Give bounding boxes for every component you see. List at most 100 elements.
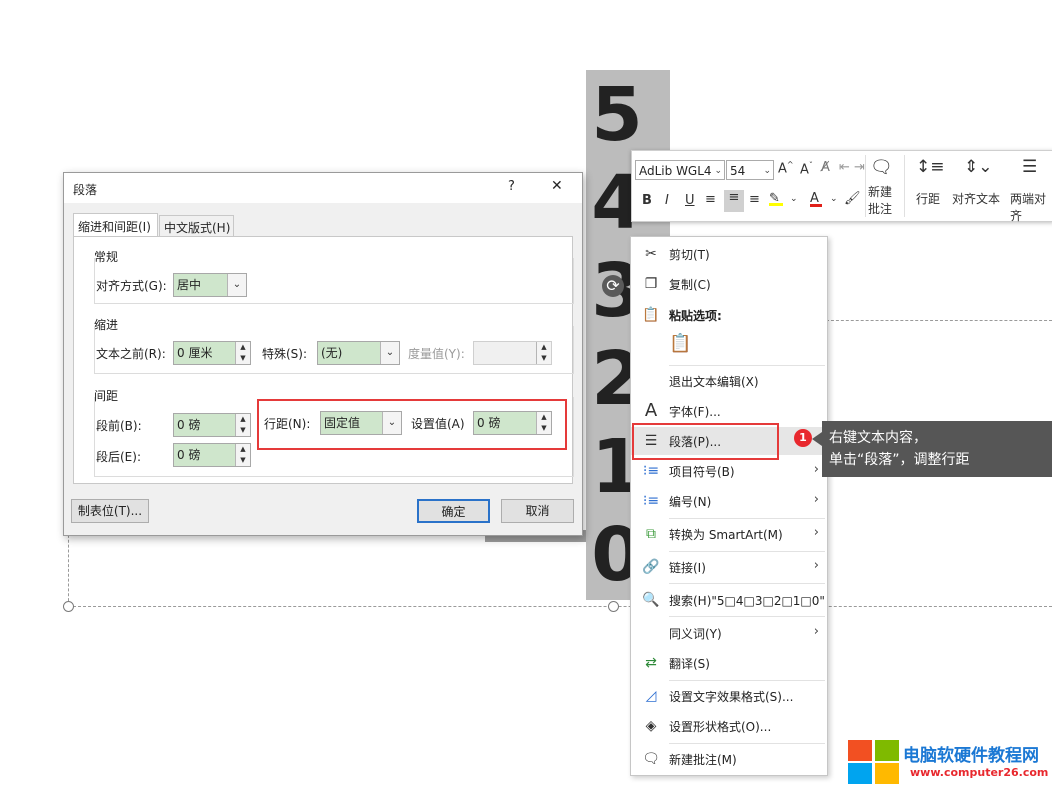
resize-handle[interactable] [608,601,619,612]
spinner[interactable]: ▲ ▼ [235,444,250,466]
scissors-icon: ✂ [645,246,657,262]
chevron-down-icon: ⌄ [714,166,722,176]
alignment-label: 对齐方式(G): [96,279,167,293]
menu-item-text-effects[interactable]: ◿ 设置文字效果格式(S)... [631,682,827,710]
new-comment-label[interactable]: 新建 [868,183,892,200]
new-comment-icon[interactable]: 🗨 [870,157,893,178]
menu-item-numbering[interactable]: ⁝≡ 编号(N) › [631,487,827,515]
dialog-titlebar: 段落 ? ✕ [64,173,582,203]
windows-logo-icon [848,740,903,784]
menu-item-font[interactable]: A 字体(F)... [631,397,827,425]
spacing-after-input[interactable]: 0 磅 ▲ ▼ [173,443,251,467]
instruction-callout: 右键文本内容， 单击“段落”，调整行距 [822,421,1052,477]
font-name-select[interactable]: AdLib WGL4 ⌄ [635,160,725,180]
format-painter-icon[interactable]: 🖌 [844,191,861,206]
spacing-before-input[interactable]: 0 磅 ▲ ▼ [173,413,251,437]
menu-item-exit-text-edit[interactable]: 退出文本编辑(X) [631,367,827,395]
align-center-icon[interactable]: ≡ [724,190,744,212]
textbox-border-left [68,530,69,606]
rotate-handle-icon[interactable]: ⟳ [602,275,624,297]
step-badge: 1 [794,429,812,447]
highlight-box-paragraph [632,423,779,460]
menu-item-shape-format[interactable]: ◈ 设置形状格式(O)... [631,712,827,740]
chevron-down-icon: ⌄ [763,166,771,176]
highlight-icon[interactable]: ✎ [769,191,783,206]
decrease-indent-icon[interactable]: ⇤ [839,160,850,175]
chevron-right-icon: › [813,558,819,573]
shrink-font-icon[interactable]: Aˇ [800,161,813,177]
menu-item-copy[interactable]: ❐ 复制(C) [631,270,827,298]
menu-item-paste-options: 📋 粘贴选项: [642,307,722,323]
new-comment-label[interactable]: 批注 [868,200,892,217]
justify-label[interactable]: 两端对齐 [1010,190,1052,224]
before-text-input[interactable]: 0 厘米 ▲ ▼ [173,341,251,365]
cancel-button[interactable]: 取消 [501,499,574,523]
callout-line: 单击“段落”，调整行距 [829,452,970,468]
justify-icon[interactable]: ☰ [1022,157,1037,177]
spinner[interactable]: ▲ ▼ [235,342,250,364]
chevron-right-icon: › [813,624,819,639]
menu-item-synonyms[interactable]: 同义词(Y) › [631,619,827,647]
special-label: 特殊(S): [262,347,308,361]
align-right-icon[interactable]: ≡ [749,192,760,207]
resize-handle[interactable] [63,601,74,612]
menu-separator [669,743,825,744]
menu-item-smartart[interactable]: ⧉ 转换为 SmartArt(M) › [631,520,827,548]
tab-chinese-typography[interactable]: 中文版式(H) [159,215,234,237]
chevron-right-icon: › [813,525,819,540]
chevron-down-icon[interactable]: ⌄ [790,194,798,204]
special-select[interactable]: (无) ⌄ [317,341,400,365]
spinner[interactable]: ▲ ▼ [536,342,551,364]
tab-panel: 常规 对齐方式(G): 居中 ⌄ 缩进 文本之前(R): 0 厘米 ▲ ▼ 特殊(… [73,236,574,484]
chevron-right-icon: › [813,492,819,507]
watermark-url: www.computer26.com [910,766,1049,779]
align-text-label[interactable]: 对齐文本 [952,190,1000,207]
bold-button[interactable]: B [642,193,652,208]
callout-pointer [812,432,822,446]
font-color-icon[interactable]: A [810,191,822,207]
paste-keep-text-icon[interactable]: 📋 [669,333,693,357]
mini-toolbar: AdLib WGL4 ⌄ 54 ⌄ A^ Aˇ A̸ ⇤ ⇥ B I U ≡ ≡ ≡… [631,150,1052,224]
chevron-down-icon: ⌄ [227,274,246,296]
comment-icon: 🗨 [642,751,660,767]
menu-separator [669,680,825,681]
alignment-select[interactable]: 居中 ⌄ [173,273,247,297]
menu-item-translate[interactable]: ⇄ 翻译(S) [631,649,827,677]
close-button[interactable]: ✕ [551,178,563,194]
chevron-right-icon: › [813,462,819,477]
context-menu: ✂ 剪切(T) ❐ 复制(C) 📋 粘贴选项: 📋 退出文本编辑(X) A 字体(F).… [630,236,828,776]
chevron-down-icon: ⌄ [380,342,399,364]
align-text-icon[interactable]: ⇕⌄ [964,157,993,177]
help-button[interactable]: ? [508,179,515,194]
copy-icon: ❐ [644,276,658,292]
italic-button[interactable]: I [665,193,669,208]
spinner[interactable]: ▲ ▼ [235,414,250,436]
tab-indent-spacing[interactable]: 缩进和间距(I) [73,213,158,237]
underline-button[interactable]: U [685,193,695,208]
menu-separator [669,365,825,366]
by-label: 度量值(Y): [408,347,465,361]
menu-item-new-comment[interactable]: 🗨 新建批注(M) [631,745,827,773]
paragraph-dialog: 段落 ? ✕ 缩进和间距(I) 中文版式(H) 常规 对齐方式(G): 居中 ⌄… [63,172,583,536]
ok-button[interactable]: 确定 [417,499,490,523]
menu-item-cut[interactable]: ✂ 剪切(T) [631,240,827,268]
menu-item-search[interactable]: 🔍 搜索(H)"5□4□3□2□1□0" [631,586,827,614]
tabs-button[interactable]: 制表位(T)... [71,499,149,523]
textbox-border-top [826,320,1052,321]
font-size-select[interactable]: 54 ⌄ [726,160,774,180]
shape-format-icon: ◈ [645,718,657,734]
link-icon: 🔗 [642,559,660,575]
menu-item-bullets[interactable]: ⁝≡ 项目符号(B) › [631,457,827,485]
increase-indent-icon[interactable]: ⇥ [854,160,865,175]
clear-format-icon[interactable]: A̸ [821,160,830,175]
menu-item-link[interactable]: 🔗 链接(I) › [631,553,827,581]
smartart-icon: ⧉ [646,526,656,542]
grow-font-icon[interactable]: A^ [778,160,794,176]
search-icon: 🔍 [642,592,660,608]
by-input[interactable]: ▲ ▼ [473,341,552,365]
chevron-down-icon[interactable]: ⌄ [830,194,838,204]
align-left-icon[interactable]: ≡ [705,192,716,207]
line-spacing-label[interactable]: 行距 [916,190,940,207]
spacing-after-label: 段后(E): [96,450,141,464]
line-spacing-icon[interactable]: ↕≡ [916,157,945,177]
